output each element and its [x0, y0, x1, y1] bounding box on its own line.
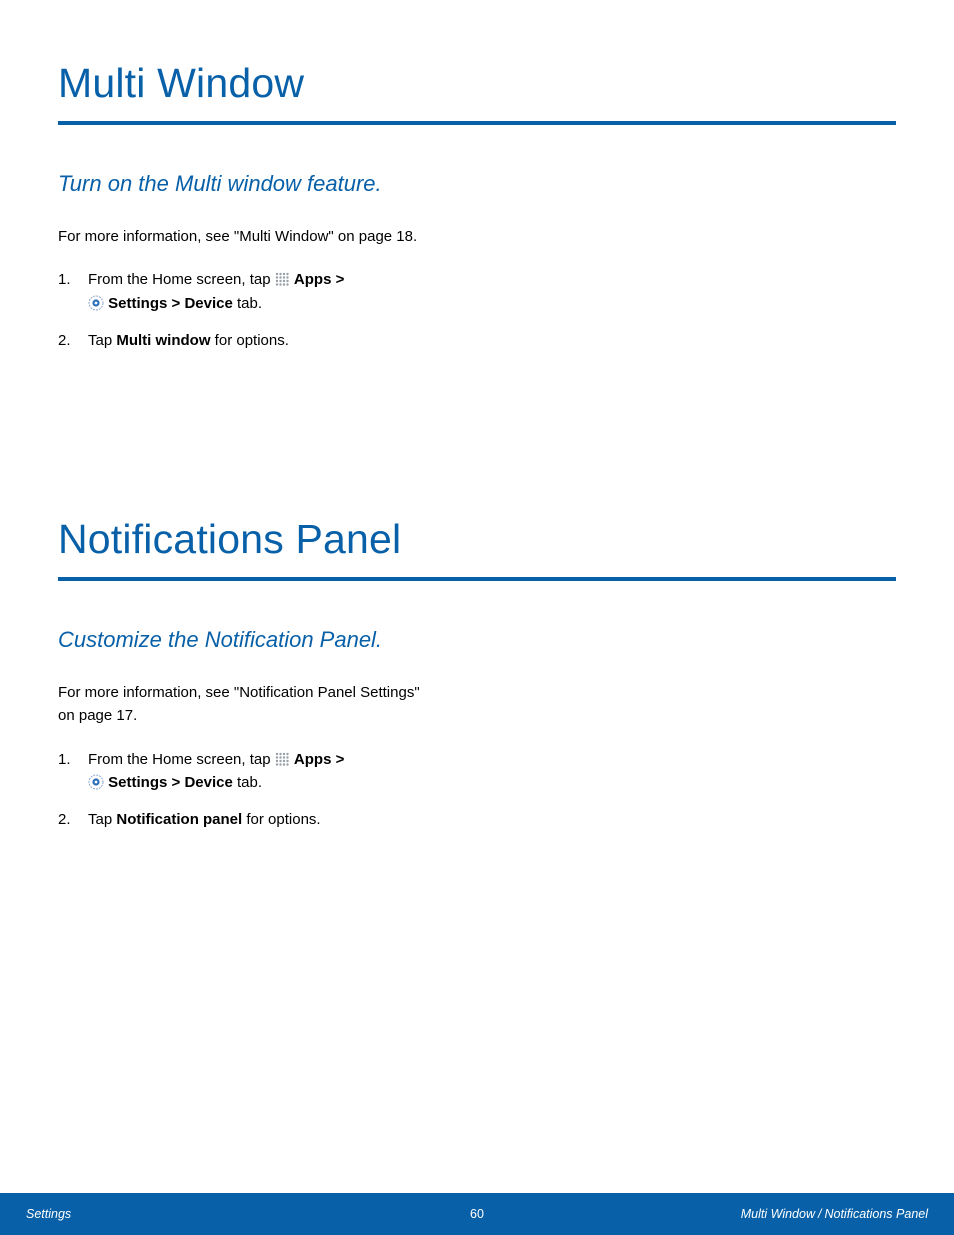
steps-list-notifications-panel: From the Home screen, tap Apps > Setting…: [58, 748, 478, 832]
step-text: >: [167, 774, 184, 791]
step-text: Tap: [88, 332, 116, 349]
step-bold: Settings: [108, 295, 167, 312]
step-text: tab.: [233, 295, 262, 312]
apps-grid-icon: [275, 272, 290, 287]
step-text: >: [331, 751, 344, 768]
step-bold: Notification panel: [116, 811, 242, 828]
step-text: >: [167, 295, 184, 312]
footer-topic-a: Multi Window: [741, 1207, 815, 1221]
step-item: From the Home screen, tap Apps > Setting…: [58, 748, 478, 795]
footer-topic-label: Multi Window/Notifications Panel: [741, 1207, 928, 1221]
step-text: for options.: [211, 332, 289, 349]
step-item: Tap Notification panel for options.: [58, 808, 478, 831]
footer-topic-b: Notifications Panel: [824, 1207, 928, 1221]
step-text: tab.: [233, 774, 262, 791]
section-title-notifications-panel: Notifications Panel: [58, 516, 896, 581]
step-text: Tap: [88, 811, 116, 828]
step-text: for options.: [242, 811, 320, 828]
settings-gear-icon: [88, 295, 104, 311]
subheading-multi-window: Turn on the Multi window feature.: [58, 171, 896, 197]
step-bold: Device: [184, 774, 232, 791]
apps-grid-icon: [275, 752, 290, 767]
step-bold: Apps: [294, 751, 332, 768]
step-text: >: [331, 271, 344, 288]
steps-list-multi-window: From the Home screen, tap Apps > Setting…: [58, 268, 478, 352]
page-footer: Settings 60 Multi Window/Notifications P…: [0, 1193, 954, 1235]
step-text: From the Home screen, tap: [88, 751, 275, 768]
step-item: Tap Multi window for options.: [58, 329, 478, 352]
section-title-multi-window: Multi Window: [58, 60, 896, 125]
step-text: From the Home screen, tap: [88, 271, 275, 288]
step-bold: Device: [184, 295, 232, 312]
intro-text-notifications-panel: For more information, see "Notification …: [58, 681, 438, 728]
settings-gear-icon: [88, 774, 104, 790]
subheading-notifications-panel: Customize the Notification Panel.: [58, 627, 896, 653]
footer-page-number: 60: [470, 1207, 484, 1221]
step-bold: Multi window: [116, 332, 210, 349]
intro-text-multi-window: For more information, see "Multi Window"…: [58, 225, 438, 248]
step-bold: Apps: [294, 271, 332, 288]
footer-section-label: Settings: [26, 1207, 71, 1221]
step-item: From the Home screen, tap Apps > Setting…: [58, 268, 478, 315]
step-bold: Settings: [108, 774, 167, 791]
